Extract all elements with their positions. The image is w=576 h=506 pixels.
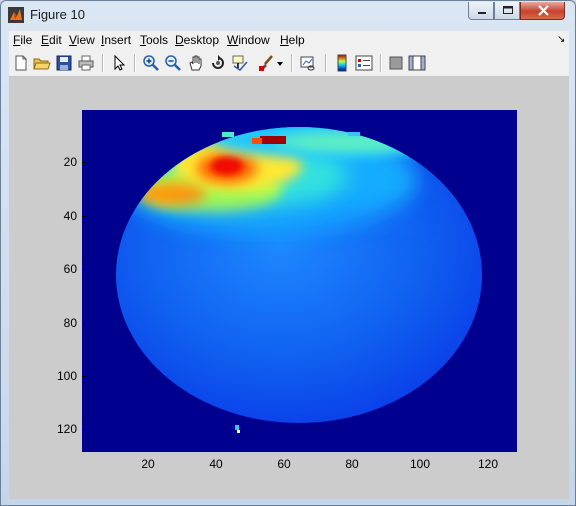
y-tick-mark <box>82 376 86 377</box>
x-tick-label: 80 <box>345 457 359 471</box>
new-file-icon[interactable] <box>12 54 30 72</box>
figure-toolbar <box>9 50 569 77</box>
close-icon <box>538 5 549 16</box>
minimize-icon <box>478 12 486 14</box>
y-tick-label: 60 <box>63 262 77 276</box>
menu-tools[interactable]: Tools <box>140 33 168 47</box>
minimize-button[interactable] <box>468 2 494 20</box>
toolbar-separator <box>134 54 136 72</box>
maximize-icon <box>503 6 513 14</box>
toolbar-separator <box>325 54 327 72</box>
pan-hand-icon[interactable] <box>187 54 205 72</box>
x-tick-label: 100 <box>409 457 431 471</box>
menu-desktop[interactable]: Desktop <box>175 33 219 47</box>
colorbar-icon[interactable] <box>333 54 351 72</box>
data-cursor-icon[interactable] <box>231 54 249 72</box>
open-folder-icon[interactable] <box>33 54 51 72</box>
menu-insert[interactable]: Insert <box>101 33 131 47</box>
y-tick-label: 100 <box>56 369 77 383</box>
y-tick-label: 80 <box>63 316 77 330</box>
toolbar-separator <box>291 54 293 72</box>
figure-window: Figure 10 File Edit View Insert Tools De… <box>0 0 576 506</box>
title-bar[interactable]: Figure 10 <box>1 1 575 31</box>
window-title: Figure 10 <box>30 7 85 22</box>
legend-icon[interactable] <box>355 54 373 72</box>
zoom-in-icon[interactable] <box>142 54 160 72</box>
y-tick-label: 40 <box>63 209 77 223</box>
menu-window[interactable]: Window <box>227 33 270 47</box>
menu-help[interactable]: Help <box>280 33 305 47</box>
matlab-app-icon <box>8 7 24 23</box>
y-tick-label: 120 <box>56 422 77 436</box>
hide-plot-tools-icon[interactable] <box>387 54 405 72</box>
toolbar-separator <box>102 54 104 72</box>
zoom-out-icon[interactable] <box>164 54 182 72</box>
y-tick-mark <box>82 269 86 270</box>
y-tick-mark <box>82 323 86 324</box>
maximize-button[interactable] <box>494 2 520 20</box>
x-tick-label: 120 <box>477 457 499 471</box>
menu-view[interactable]: View <box>69 33 95 47</box>
heatmap-image <box>82 110 517 452</box>
y-tick-label: 20 <box>63 155 77 169</box>
brush-dropdown-icon[interactable] <box>275 54 285 72</box>
x-tick-label: 40 <box>209 457 223 471</box>
brush-icon[interactable] <box>257 54 275 72</box>
figure-canvas: 20 40 60 80 100 120 20 40 60 80 100 120 <box>9 77 569 499</box>
select-arrow-icon[interactable] <box>110 54 128 72</box>
menu-dock-arrow-icon[interactable]: ↘ <box>557 34 565 45</box>
y-tick-mark <box>82 162 86 163</box>
y-tick-mark <box>82 429 86 430</box>
close-button[interactable] <box>520 2 565 20</box>
menu-file[interactable]: File <box>13 33 32 47</box>
show-plot-tools-icon[interactable] <box>408 54 426 72</box>
y-tick-mark <box>82 216 86 217</box>
menu-edit[interactable]: Edit <box>41 33 62 47</box>
x-tick-label: 20 <box>141 457 155 471</box>
link-plot-icon[interactable] <box>299 54 317 72</box>
image-axes[interactable] <box>82 110 517 452</box>
rotate-3d-icon[interactable] <box>209 54 227 72</box>
toolbar-separator <box>380 54 382 72</box>
x-tick-label: 60 <box>277 457 291 471</box>
print-icon[interactable] <box>77 54 95 72</box>
save-icon[interactable] <box>55 54 73 72</box>
menu-bar: File Edit View Insert Tools Desktop Wind… <box>9 31 569 50</box>
